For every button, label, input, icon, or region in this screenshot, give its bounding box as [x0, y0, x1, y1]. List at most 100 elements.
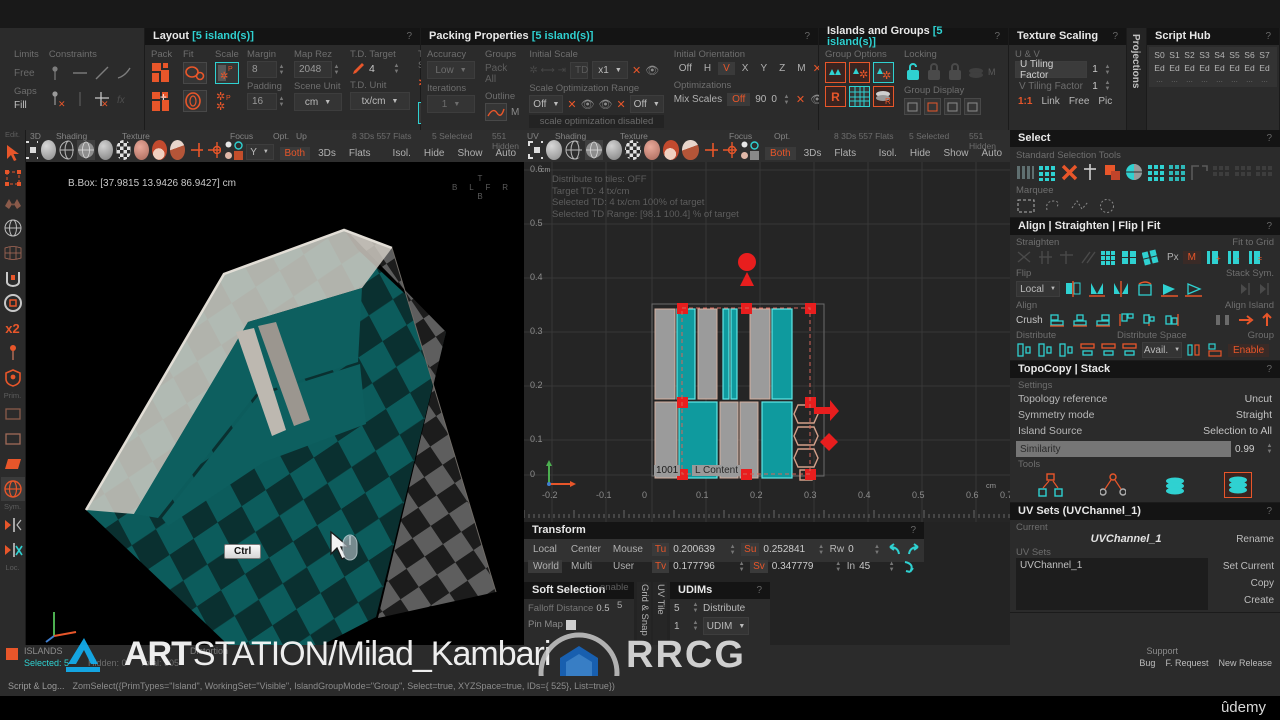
- align-bottom-right-icon[interactable]: [1094, 312, 1112, 328]
- gaps-fill-button[interactable]: Fill: [14, 97, 39, 111]
- similarity-stepper[interactable]: ▲ ▼: [1265, 443, 1274, 455]
- straighten-grid2-icon[interactable]: [1121, 249, 1138, 266]
- mix-stepper[interactable]: ▲ ▼: [782, 94, 791, 106]
- tv-value[interactable]: 0.177796: [673, 561, 733, 572]
- udim-index[interactable]: 1: [674, 621, 688, 632]
- undo-icon[interactable]: [885, 542, 901, 557]
- vp3d-flats-button[interactable]: Flats: [344, 147, 376, 160]
- vp3d-hide-button[interactable]: Hide: [419, 147, 450, 160]
- vp3d-texture-map2-icon[interactable]: [151, 140, 167, 160]
- vp3d-texture-map1-icon[interactable]: [133, 140, 149, 160]
- uvsets-list[interactable]: UVChannel_1: [1016, 558, 1208, 610]
- scale-opt-off-left[interactable]: Off ▼: [529, 95, 564, 113]
- tu-stepper[interactable]: ▲ ▼: [728, 544, 737, 556]
- flip-u-icon[interactable]: [1063, 280, 1084, 298]
- cross-remove-icon[interactable]: ✕: [93, 90, 111, 108]
- copy-button[interactable]: Copy: [1208, 575, 1274, 592]
- sv-stepper[interactable]: ▲ ▼: [834, 561, 843, 573]
- group-remove-button[interactable]: ✲: [873, 62, 894, 83]
- td-unit-select[interactable]: tx/cm ▼: [350, 92, 410, 110]
- transform-world-button[interactable]: World: [528, 560, 562, 573]
- vp3d-texture-checker-icon[interactable]: [115, 140, 131, 160]
- ratio-button[interactable]: 1:1: [1018, 96, 1032, 107]
- scale-alt-button[interactable]: ✲ P ✲: [215, 90, 239, 117]
- straighten-grid1-icon[interactable]: [1100, 249, 1117, 266]
- set-current-button[interactable]: Set Current: [1208, 558, 1274, 575]
- outline-m-label[interactable]: M: [511, 107, 519, 118]
- vpuv-3ds-button[interactable]: 3Ds: [799, 147, 827, 160]
- symmetry-mirror-tool[interactable]: [1, 513, 25, 537]
- select-sphere-icon[interactable]: [1125, 163, 1144, 182]
- script-dots-2[interactable]: ...: [1182, 75, 1197, 84]
- script-edit-4[interactable]: Ed: [1212, 63, 1227, 73]
- map-rez-input[interactable]: 2048: [294, 61, 332, 78]
- vp3d-refresh-icon[interactable]: [233, 141, 243, 150]
- v-tiling-stepper[interactable]: ▲ ▼: [1103, 80, 1112, 92]
- group-stack-button[interactable]: R: [873, 86, 894, 107]
- straighten-h-icon[interactable]: [1058, 249, 1075, 266]
- script-edit-1[interactable]: Ed: [1167, 63, 1182, 73]
- u-tiling-stepper[interactable]: ▲ ▼: [1103, 64, 1112, 76]
- new-release-link[interactable]: New Release: [1218, 658, 1272, 668]
- vpuv-texture-map1-icon[interactable]: [644, 140, 661, 160]
- align-right-icon[interactable]: [1163, 312, 1181, 328]
- script-edit-7[interactable]: Ed: [1257, 63, 1272, 73]
- td-target-input[interactable]: 4: [369, 63, 389, 75]
- stack-sym-right-icon[interactable]: [1258, 281, 1274, 297]
- script-slot-s7[interactable]: S7: [1257, 50, 1272, 60]
- scale-opt-clear-left-icon[interactable]: ✕: [567, 98, 576, 111]
- vpuv-focus-move-icon[interactable]: [702, 140, 718, 160]
- pin-tool[interactable]: [1, 341, 25, 365]
- mix-clear-icon[interactable]: ✕: [796, 93, 805, 106]
- accuracy-select[interactable]: Low ▼: [427, 61, 475, 79]
- disc-tool[interactable]: [1, 291, 25, 315]
- topocopy-copy-icon[interactable]: [1038, 473, 1064, 497]
- scene-unit-select[interactable]: cm ▼: [294, 93, 342, 111]
- redo-icon[interactable]: [905, 542, 920, 557]
- group-r-button[interactable]: R: [825, 86, 846, 107]
- map-rez-stepper[interactable]: ▲ ▼: [332, 64, 341, 76]
- vp3d-show-button[interactable]: Show: [452, 147, 487, 160]
- distribute-h1-icon[interactable]: [1079, 342, 1096, 358]
- script-dots-7[interactable]: ...: [1257, 75, 1272, 84]
- orientation-button-x[interactable]: X: [737, 62, 754, 75]
- group-add-button[interactable]: ✲: [849, 62, 870, 83]
- select-grid-dim3-icon[interactable]: [1255, 163, 1274, 182]
- fx-icon[interactable]: fx: [115, 90, 133, 108]
- u-tiling-value[interactable]: 1: [1087, 64, 1103, 75]
- script-edit-2[interactable]: Ed: [1182, 63, 1197, 73]
- topocopy-help-icon[interactable]: ?: [1266, 364, 1272, 375]
- vpuv-shading-solidwire-icon[interactable]: [584, 140, 603, 160]
- udim-select[interactable]: UDIM ▼: [703, 617, 749, 635]
- v-tiling-value[interactable]: 1: [1087, 81, 1103, 92]
- flip-rot-v-icon[interactable]: [1159, 280, 1180, 298]
- pack-all-button[interactable]: ✛: [151, 91, 175, 118]
- prim-plane-tool[interactable]: [1, 452, 25, 476]
- bug-link[interactable]: Bug: [1139, 658, 1155, 668]
- topology-reference-row[interactable]: Topology reference Uncut: [1010, 391, 1280, 407]
- layout-help-icon[interactable]: ?: [406, 31, 412, 42]
- uv-islands[interactable]: [524, 162, 1010, 522]
- distribute-space-select[interactable]: Avail. ▼: [1142, 342, 1182, 358]
- vp3d-grid-icon[interactable]: [233, 151, 243, 160]
- pack-all-label[interactable]: Pack All: [485, 63, 519, 85]
- diagonal-line-icon[interactable]: [93, 64, 111, 82]
- pin-remove-icon[interactable]: ✕: [49, 90, 67, 108]
- fit-px-button[interactable]: Px: [1167, 252, 1179, 263]
- align-bottom-left-icon[interactable]: [1048, 312, 1066, 328]
- softsel-enable-label[interactable]: enable: [600, 582, 629, 593]
- topocopy-paste-icon[interactable]: [1100, 473, 1126, 497]
- udims-help-icon[interactable]: ?: [756, 585, 762, 596]
- orientation-button-m[interactable]: M: [792, 62, 810, 75]
- pic-button[interactable]: Pic: [1098, 96, 1112, 107]
- lock-closed-icon[interactable]: [925, 62, 943, 82]
- viewport-3d[interactable]: B.Box: [37.9815 13.9426 86.9427] cm T B …: [26, 162, 524, 660]
- vp3d-up-axis-select[interactable]: Y ▼: [245, 144, 274, 160]
- initial-scale-eye-icon[interactable]: 👁: [645, 64, 659, 77]
- symmetry-axis-tool[interactable]: [1, 538, 25, 562]
- select-arrow-tool[interactable]: [1, 141, 25, 165]
- group-enable-button[interactable]: Enable: [1228, 343, 1270, 357]
- script-edit-6[interactable]: Ed: [1242, 63, 1257, 73]
- lock-open-icon[interactable]: [904, 62, 922, 82]
- select-grid-dim2-icon[interactable]: [1234, 163, 1253, 182]
